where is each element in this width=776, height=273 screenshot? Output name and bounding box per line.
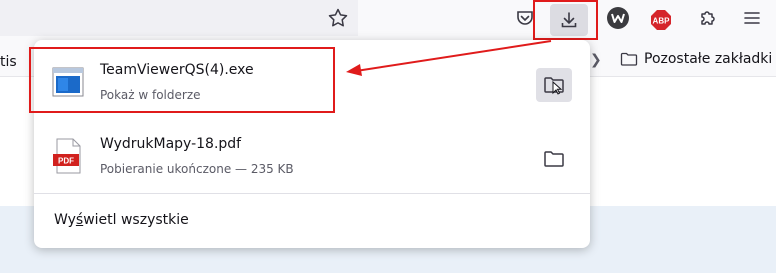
panel-divider bbox=[34, 193, 590, 194]
folder-icon bbox=[544, 151, 564, 167]
file-status: Pobieranie ukończone — 235 KB bbox=[100, 162, 294, 176]
adblock-plus-icon[interactable]: ABP bbox=[650, 9, 672, 31]
bookmark-star-icon[interactable] bbox=[326, 6, 350, 30]
abp-label: ABP bbox=[653, 17, 671, 26]
folder-icon bbox=[620, 52, 638, 66]
extensions-puzzle-icon[interactable] bbox=[696, 6, 720, 30]
toolbar: ABP bbox=[0, 0, 776, 40]
show-all-downloads-link[interactable]: Wyświetl wszystkie bbox=[54, 212, 189, 228]
file-name: WydrukMapy-18.pdf bbox=[100, 136, 242, 152]
bookmark-item-partial[interactable]: tis bbox=[0, 54, 17, 70]
downloads-button-highlight bbox=[533, 0, 598, 40]
pdf-label: PDF bbox=[58, 157, 74, 166]
pdf-file-icon: PDF bbox=[52, 138, 84, 174]
folder-cursor-icon bbox=[544, 77, 564, 95]
other-bookmarks-label: Pozostałe zakładki bbox=[644, 51, 773, 67]
download-item-highlight bbox=[29, 47, 335, 113]
wikiwand-icon[interactable] bbox=[606, 6, 630, 30]
bookmarks-overflow-chevron-icon[interactable]: ❯ bbox=[590, 52, 602, 68]
show-all-suffix: wietl wszystkie bbox=[83, 212, 189, 228]
show-in-folder-button[interactable] bbox=[536, 142, 572, 176]
url-bar[interactable] bbox=[0, 0, 358, 36]
other-bookmarks-folder[interactable]: Pozostałe zakładki bbox=[620, 51, 772, 67]
show-all-prefix: Wy bbox=[54, 212, 76, 228]
download-item-pdf[interactable]: PDF WydrukMapy-18.pdf Pobieranie ukończo… bbox=[34, 124, 590, 196]
show-in-folder-button[interactable] bbox=[536, 68, 572, 102]
hamburger-menu-icon[interactable] bbox=[740, 6, 764, 30]
